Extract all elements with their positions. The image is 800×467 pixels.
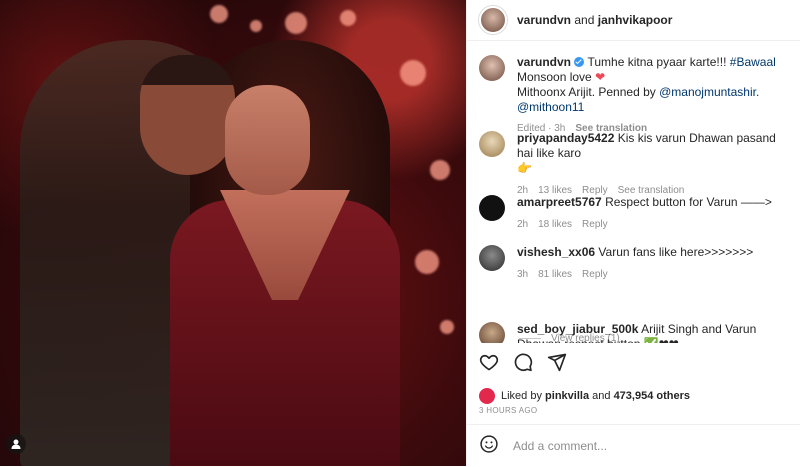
comment-avatar[interactable]	[479, 131, 505, 157]
caption-line3: Mithoonx Arijit. Penned by	[517, 85, 656, 99]
coauthor-username[interactable]: janhvikapoor	[598, 13, 673, 27]
reply-button[interactable]: Reply	[582, 267, 608, 282]
comment-text: Varun fans like here>>>>>>>	[598, 245, 754, 259]
post-timestamp[interactable]: 3 HOURS AGO	[479, 406, 537, 415]
caption-text: Tumhe kitna pyaar karte!!!	[587, 55, 727, 69]
comment-body: priyapanday5422 Kis kis varun Dhawan pas…	[517, 131, 793, 198]
comment-username[interactable]: sed_boy_jiabur_500k	[517, 322, 638, 336]
comment-time[interactable]: 3h	[517, 267, 528, 282]
hashtag-link[interactable]: #Bawaal	[730, 55, 776, 69]
caption: varundvn Tumhe kitna pyaar karte!!! #Baw…	[479, 55, 793, 136]
author-avatar[interactable]	[479, 6, 507, 34]
comment-emoji: 👉	[517, 161, 532, 175]
comments-list[interactable]: varundvn Tumhe kitna pyaar karte!!! #Baw…	[467, 41, 800, 343]
mention-link[interactable]: @mithoon11	[517, 100, 584, 114]
comment-avatar[interactable]	[479, 245, 505, 271]
caption-avatar[interactable]	[479, 55, 505, 81]
add-comment-input[interactable]	[511, 438, 765, 454]
comment: vishesh_xx06 Varun fans like here>>>>>>>…	[479, 245, 793, 282]
caption-username[interactable]: varundvn	[517, 55, 571, 69]
bokeh-light	[440, 320, 454, 334]
liked-by-joiner: and	[592, 390, 611, 402]
comment-body: vishesh_xx06 Varun fans like here>>>>>>>…	[517, 245, 793, 282]
like-icon[interactable]	[479, 352, 499, 377]
comment-text: Respect button for Varun ——>	[605, 195, 772, 209]
comment-avatar[interactable]	[479, 322, 505, 343]
comment: priyapanday5422 Kis kis varun Dhawan pas…	[479, 131, 793, 198]
authors-joiner: and	[574, 13, 595, 27]
comment-username[interactable]: amarpreet5767	[517, 195, 602, 209]
liker-username[interactable]: pinkvilla	[545, 390, 589, 402]
post-actions	[479, 352, 567, 377]
bokeh-light	[285, 12, 307, 34]
comment-likes[interactable]: 18 likes	[538, 217, 572, 232]
comment-username[interactable]: priyapanday5422	[517, 131, 614, 145]
comment-meta: 3h 81 likes Reply	[517, 267, 793, 282]
post-side-panel: varundvn and janhvikapoor varundvn Tumhe…	[466, 0, 800, 466]
comment-avatar[interactable]	[479, 195, 505, 221]
comment-likes[interactable]: 81 likes	[538, 267, 572, 282]
man-head	[140, 55, 235, 175]
comment-emoji: ✅❤❤	[644, 337, 679, 343]
heart-emoji: ❤	[595, 70, 606, 84]
bokeh-light	[250, 20, 262, 32]
emoji-icon[interactable]	[479, 434, 499, 459]
comment-body: amarpreet5767 Respect button for Varun —…	[517, 195, 793, 232]
comment-meta: 2h 18 likes Reply	[517, 217, 793, 232]
post-authors: varundvn and janhvikapoor	[517, 13, 672, 27]
comment-time[interactable]: 2h	[517, 217, 528, 232]
comment: sed_boy_jiabur_500k Arijit Singh and Var…	[479, 322, 793, 343]
verified-badge-icon	[574, 57, 585, 67]
add-comment-bar	[467, 424, 800, 467]
reply-button[interactable]: Reply	[582, 217, 608, 232]
liker-avatar[interactable]	[479, 388, 495, 404]
bokeh-light	[415, 250, 439, 274]
caption-body: varundvn Tumhe kitna pyaar karte!!! #Baw…	[517, 55, 793, 136]
bokeh-light	[400, 60, 426, 86]
tagged-user-icon[interactable]	[6, 434, 26, 454]
comment-username[interactable]: vishesh_xx06	[517, 245, 595, 259]
share-icon[interactable]	[547, 352, 567, 377]
post-image[interactable]	[0, 0, 466, 466]
liked-by-others[interactable]: 473,954 others	[614, 390, 690, 402]
bokeh-light	[210, 5, 228, 23]
liked-by-prefix: Liked by	[501, 390, 542, 402]
woman-face	[225, 85, 310, 195]
post-header: varundvn and janhvikapoor	[467, 0, 800, 41]
comment-body: sed_boy_jiabur_500k Arijit Singh and Var…	[517, 322, 793, 343]
comment: amarpreet5767 Respect button for Varun —…	[479, 195, 793, 232]
bokeh-light	[430, 160, 450, 180]
caption-line2: Monsoon love	[517, 70, 592, 84]
mention-link[interactable]: @manojmuntashir.	[659, 85, 759, 99]
bokeh-light	[340, 10, 356, 26]
likes-summary: Liked by pinkvilla and 473,954 others	[479, 388, 690, 404]
author-username[interactable]: varundvn	[517, 13, 571, 27]
comment-icon[interactable]	[513, 352, 533, 377]
